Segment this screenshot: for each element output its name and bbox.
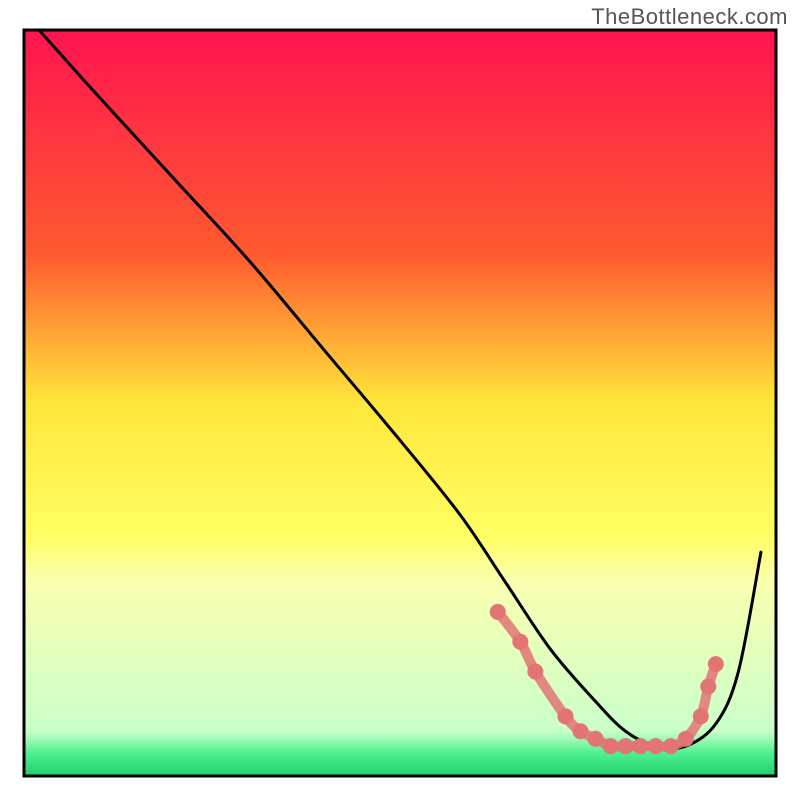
chart-background (24, 30, 776, 776)
marker-dot (678, 731, 694, 747)
marker-dot (700, 678, 716, 694)
marker-dot (648, 738, 664, 754)
marker-dot (490, 604, 506, 620)
marker-dot (512, 634, 528, 650)
marker-dot (588, 731, 604, 747)
marker-dot (527, 664, 543, 680)
chart-frame: TheBottleneck.com (0, 0, 800, 800)
marker-dot (633, 738, 649, 754)
marker-dot (557, 708, 573, 724)
marker-dot (693, 708, 709, 724)
marker-dot (663, 738, 679, 754)
marker-dot (603, 738, 619, 754)
marker-dot (708, 656, 724, 672)
bottleneck-chart (0, 0, 800, 800)
marker-dot (618, 738, 634, 754)
marker-dot (572, 723, 588, 739)
